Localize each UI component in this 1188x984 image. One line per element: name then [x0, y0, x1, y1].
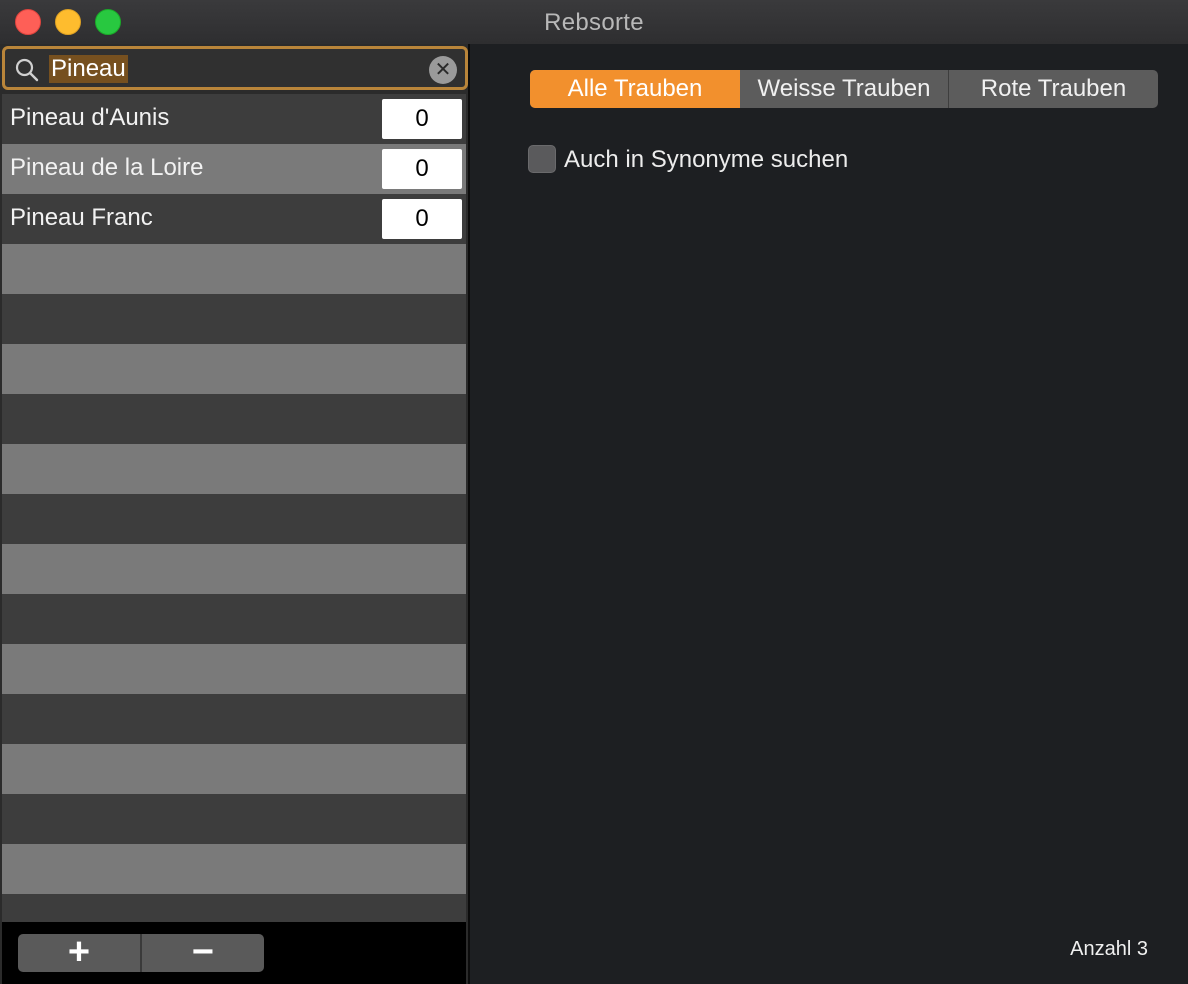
empty-list-row	[2, 794, 466, 844]
empty-list-row	[2, 594, 466, 644]
add-button[interactable]: +	[18, 934, 142, 972]
grape-list-panel: Pineau ✕ Pineau d'Aunis 0 Pineau de la Loi…	[0, 44, 468, 984]
empty-list-row	[2, 544, 466, 594]
app-window: Rebsorte Pineau ✕ Pineau d'Aunis 0 Pineau …	[0, 0, 1188, 984]
search-field[interactable]: Pineau ✕	[2, 46, 468, 90]
grape-name: Pineau d'Aunis	[10, 104, 170, 131]
empty-list-row	[2, 444, 466, 494]
synonyms-checkbox-label[interactable]: Auch in Synonyme suchen	[564, 146, 848, 174]
empty-list-row	[2, 344, 466, 394]
segment-alle-trauben[interactable]: Alle Trauben	[530, 70, 740, 108]
grape-name: Pineau Franc	[10, 204, 153, 231]
search-input[interactable]: Pineau	[49, 55, 128, 83]
grape-list: Pineau d'Aunis 0 Pineau de la Loire 0 Pineau…	[2, 94, 466, 944]
segment-weisse-trauben[interactable]: Weisse Trauben	[740, 70, 949, 108]
empty-list-row	[2, 844, 466, 894]
window-title: Rebsorte	[544, 9, 644, 36]
title-bar[interactable]: Rebsorte	[0, 0, 1188, 45]
grape-count-field[interactable]: 0	[382, 99, 462, 139]
empty-list-row	[2, 294, 466, 344]
result-count: Anzahl 3	[1070, 938, 1148, 960]
empty-list-row	[2, 644, 466, 694]
remove-button[interactable]: −	[142, 934, 264, 972]
empty-list-row	[2, 744, 466, 794]
empty-list-row	[2, 394, 466, 444]
synonyms-checkbox[interactable]	[528, 145, 556, 173]
grape-count-field[interactable]: 0	[382, 199, 462, 239]
empty-list-row	[2, 244, 466, 294]
filter-panel: Alle Trauben Weisse Trauben Rote Trauben…	[470, 44, 1188, 984]
grape-count-field[interactable]: 0	[382, 149, 462, 189]
grape-name: Pineau de la Loire	[10, 154, 204, 181]
grape-list-row[interactable]: Pineau Franc 0	[2, 194, 466, 244]
search-icon	[15, 58, 39, 82]
segment-rote-trauben[interactable]: Rote Trauben	[949, 70, 1158, 108]
list-toolbar: + −	[2, 922, 466, 984]
empty-list-row	[2, 694, 466, 744]
clear-search-icon[interactable]: ✕	[429, 56, 457, 84]
grape-list-row[interactable]: Pineau d'Aunis 0	[2, 94, 466, 144]
add-remove-group: + −	[18, 934, 264, 972]
grape-list-row[interactable]: Pineau de la Loire 0	[2, 144, 466, 194]
grape-type-segmented-control: Alle Trauben Weisse Trauben Rote Trauben	[530, 70, 1158, 108]
empty-list-row	[2, 494, 466, 544]
